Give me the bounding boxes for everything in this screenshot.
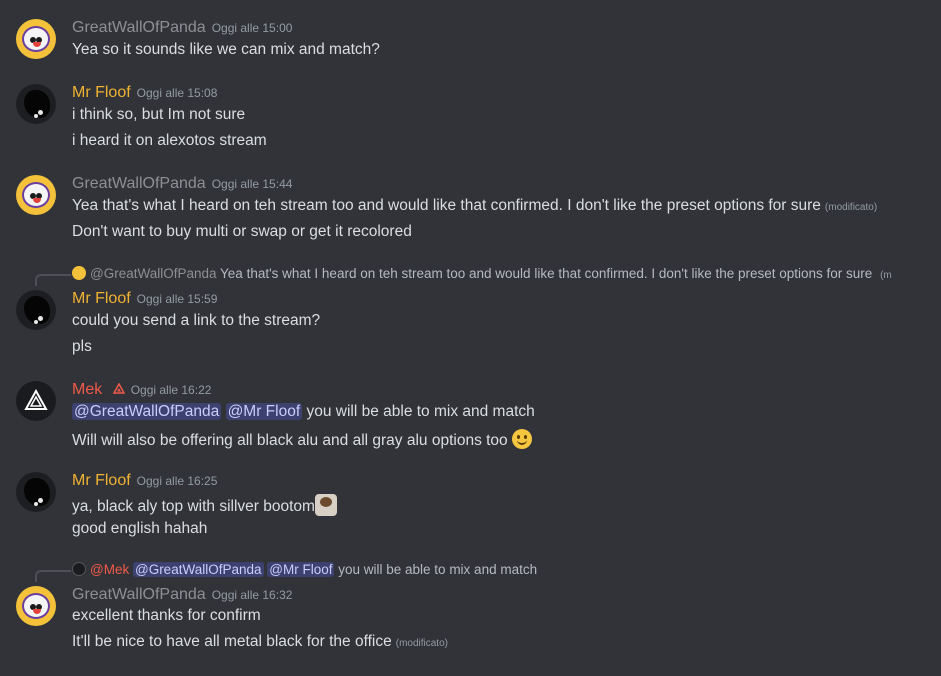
reply-spine [35, 274, 71, 286]
mention[interactable]: @GreatWallOfPanda [132, 562, 264, 577]
reply-avatar [72, 562, 86, 576]
mek-logo-icon [24, 389, 48, 410]
avatar[interactable] [16, 472, 56, 512]
reply-spine [35, 570, 71, 582]
edited-label: (modificato) [395, 638, 448, 649]
author-name[interactable]: GreatWallOfPanda [72, 586, 206, 603]
message-text: i think so, but Im not sure [72, 106, 246, 123]
message-text-content: ya, black aly top with sillver bootom [72, 498, 315, 515]
message-text: Yea so it sounds like we can mix and mat… [72, 41, 380, 58]
mention[interactable]: @GreatWallOfPanda [72, 403, 222, 420]
custom-emoji-icon[interactable] [314, 494, 337, 516]
message-text: @GreatWallOfPanda @Mr Floof you will be … [72, 403, 535, 421]
author-name[interactable]: GreatWallOfPanda [72, 19, 206, 36]
mention[interactable]: @Mr Floof [225, 403, 303, 420]
avatar[interactable] [16, 84, 56, 124]
reply-preview[interactable]: @GreatWallOfPanda Yea that's what I hear… [72, 266, 892, 281]
message-text: excellent thanks for confirm [72, 607, 261, 624]
timestamp: Oggi alle 16:22 [130, 383, 212, 397]
slightly-smiling-emoji-icon[interactable] [512, 429, 532, 449]
message-text: Will will also be offering all black alu… [72, 429, 532, 450]
reply-author[interactable]: @GreatWallOfPanda [90, 266, 217, 281]
author-name[interactable]: Mr Floof [72, 290, 131, 307]
message-text-content: Will will also be offering all black alu… [72, 432, 508, 449]
timestamp: Oggi alle 16:25 [136, 474, 218, 488]
avatar[interactable] [16, 175, 56, 215]
role-badge-icon [112, 383, 125, 394]
reply-text: Yea that's what I heard on teh stream to… [220, 266, 873, 281]
message-text-content: It'll be nice to have all metal black fo… [72, 633, 392, 650]
edited-label: (modificato) [824, 202, 878, 213]
message-text: good english hahah [72, 520, 208, 537]
author-name[interactable]: Mek [72, 381, 102, 398]
message-text: pls [72, 338, 92, 355]
avatar[interactable] [16, 381, 56, 421]
timestamp: Oggi alle 15:08 [136, 86, 218, 100]
author-name[interactable]: Mr Floof [72, 472, 131, 489]
message-text: could you send a link to the stream? [72, 312, 321, 329]
message-text: It'll be nice to have all metal black fo… [72, 633, 448, 651]
chat-message-list: GreatWallOfPanda Oggi alle 15:00 Yea so i… [0, 0, 941, 676]
avatar[interactable] [16, 586, 56, 626]
reply-avatar [72, 266, 86, 280]
avatar[interactable] [16, 290, 56, 330]
timestamp: Oggi alle 15:59 [136, 292, 218, 306]
message-text: i heard it on alexotos stream [72, 132, 267, 149]
author-name[interactable]: GreatWallOfPanda [72, 175, 206, 192]
reply-author[interactable]: @Mek [90, 562, 129, 577]
mention[interactable]: @Mr Floof [267, 562, 335, 577]
message-text-content: Yea that's what I heard on teh stream to… [72, 197, 821, 214]
avatar[interactable] [16, 19, 56, 59]
author-name[interactable]: Mr Floof [72, 84, 131, 101]
reply-edited: (mo [880, 270, 892, 281]
reply-preview[interactable]: @Mek @GreatWallOfPanda @Mr Floof you wil… [72, 562, 892, 577]
message-text: Don't want to buy multi or swap or get i… [72, 223, 412, 240]
message-text: ya, black aly top with sillver bootom [72, 494, 337, 516]
timestamp: Oggi alle 15:00 [211, 21, 293, 35]
reply-text: you will be able to mix and match [338, 562, 538, 577]
message-text-content: you will be able to mix and match [306, 403, 535, 420]
timestamp: Oggi alle 16:32 [211, 588, 293, 602]
timestamp: Oggi alle 15:44 [211, 177, 293, 191]
message-text: Yea that's what I heard on teh stream to… [72, 197, 877, 215]
